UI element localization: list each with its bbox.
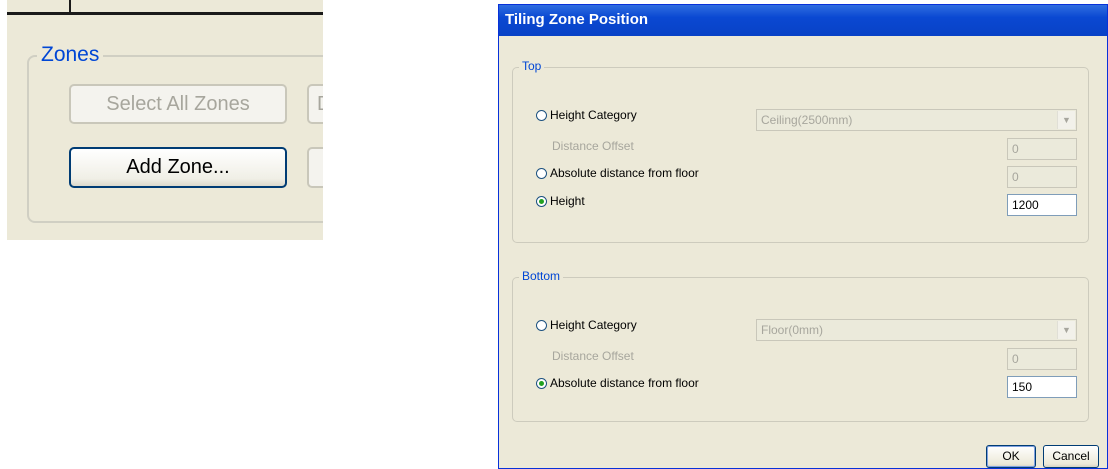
top-distance-offset-label: Distance Offset [552, 139, 634, 153]
top-height-category-label: Height Category [550, 108, 637, 122]
bottom-height-category-value: Floor(0mm) [761, 323, 823, 337]
bottom-distance-offset-field[interactable]: 0 [1007, 348, 1077, 370]
bottom-height-category-select[interactable]: Floor(0mm) ▼ [756, 319, 1077, 341]
chevron-down-icon: ▼ [1057, 111, 1075, 129]
zones-groupbox [27, 55, 323, 223]
bottom-absolute-distance-field[interactable]: 150 [1007, 376, 1077, 398]
top-absolute-distance-label: Absolute distance from floor [550, 166, 699, 180]
clipped-button-top[interactable]: D [307, 84, 323, 124]
zoomed-zones-panel: Zones Select All Zones D Add Zone... [7, 0, 323, 240]
bottom-absolute-distance-radio[interactable] [536, 378, 547, 389]
bottom-group-label: Bottom [519, 269, 564, 283]
zones-group-label: Zones [37, 42, 104, 68]
top-absolute-distance-value: 0 [1012, 170, 1019, 184]
dialog-titlebar[interactable]: Tiling Zone Position [499, 5, 1107, 36]
bottom-height-category-radio[interactable] [536, 320, 547, 331]
bottom-distance-offset-value: 0 [1012, 352, 1019, 366]
chevron-down-icon: ▼ [1057, 321, 1075, 339]
top-distance-offset-value: 0 [1012, 142, 1019, 156]
bottom-distance-offset-label: Distance Offset [552, 349, 634, 363]
bottom-absolute-distance-label: Absolute distance from floor [550, 376, 699, 390]
top-height-category-value: Ceiling(2500mm) [761, 113, 853, 127]
bottom-absolute-distance-value: 150 [1012, 380, 1033, 394]
top-height-radio[interactable] [536, 196, 547, 207]
radio-selected-dot [539, 381, 544, 386]
top-absolute-distance-field[interactable]: 0 [1007, 166, 1077, 188]
tiling-zone-position-dialog: Tiling Zone Position Top Height Category… [498, 4, 1108, 469]
bottom-height-category-label: Height Category [550, 318, 637, 332]
top-groupbox [512, 67, 1089, 243]
radio-selected-dot [539, 199, 544, 204]
top-absolute-distance-radio[interactable] [536, 168, 547, 179]
add-zone-button[interactable]: Add Zone... [69, 147, 287, 188]
top-distance-offset-field[interactable]: 0 [1007, 138, 1077, 160]
toolbar-bottom-edge [7, 12, 323, 15]
top-height-category-select[interactable]: Ceiling(2500mm) ▼ [756, 109, 1077, 131]
dialog-title: Tiling Zone Position [505, 11, 649, 28]
select-all-zones-button[interactable]: Select All Zones [69, 84, 287, 124]
clipped-button-bottom[interactable] [307, 147, 323, 188]
top-height-value: 1200 [1012, 198, 1039, 212]
cancel-button[interactable]: Cancel [1043, 445, 1099, 468]
top-height-category-radio[interactable] [536, 110, 547, 121]
top-height-label: Height [550, 194, 585, 208]
top-height-field[interactable]: 1200 [1007, 194, 1077, 216]
ok-button[interactable]: OK [986, 445, 1036, 468]
top-group-label: Top [519, 59, 545, 73]
